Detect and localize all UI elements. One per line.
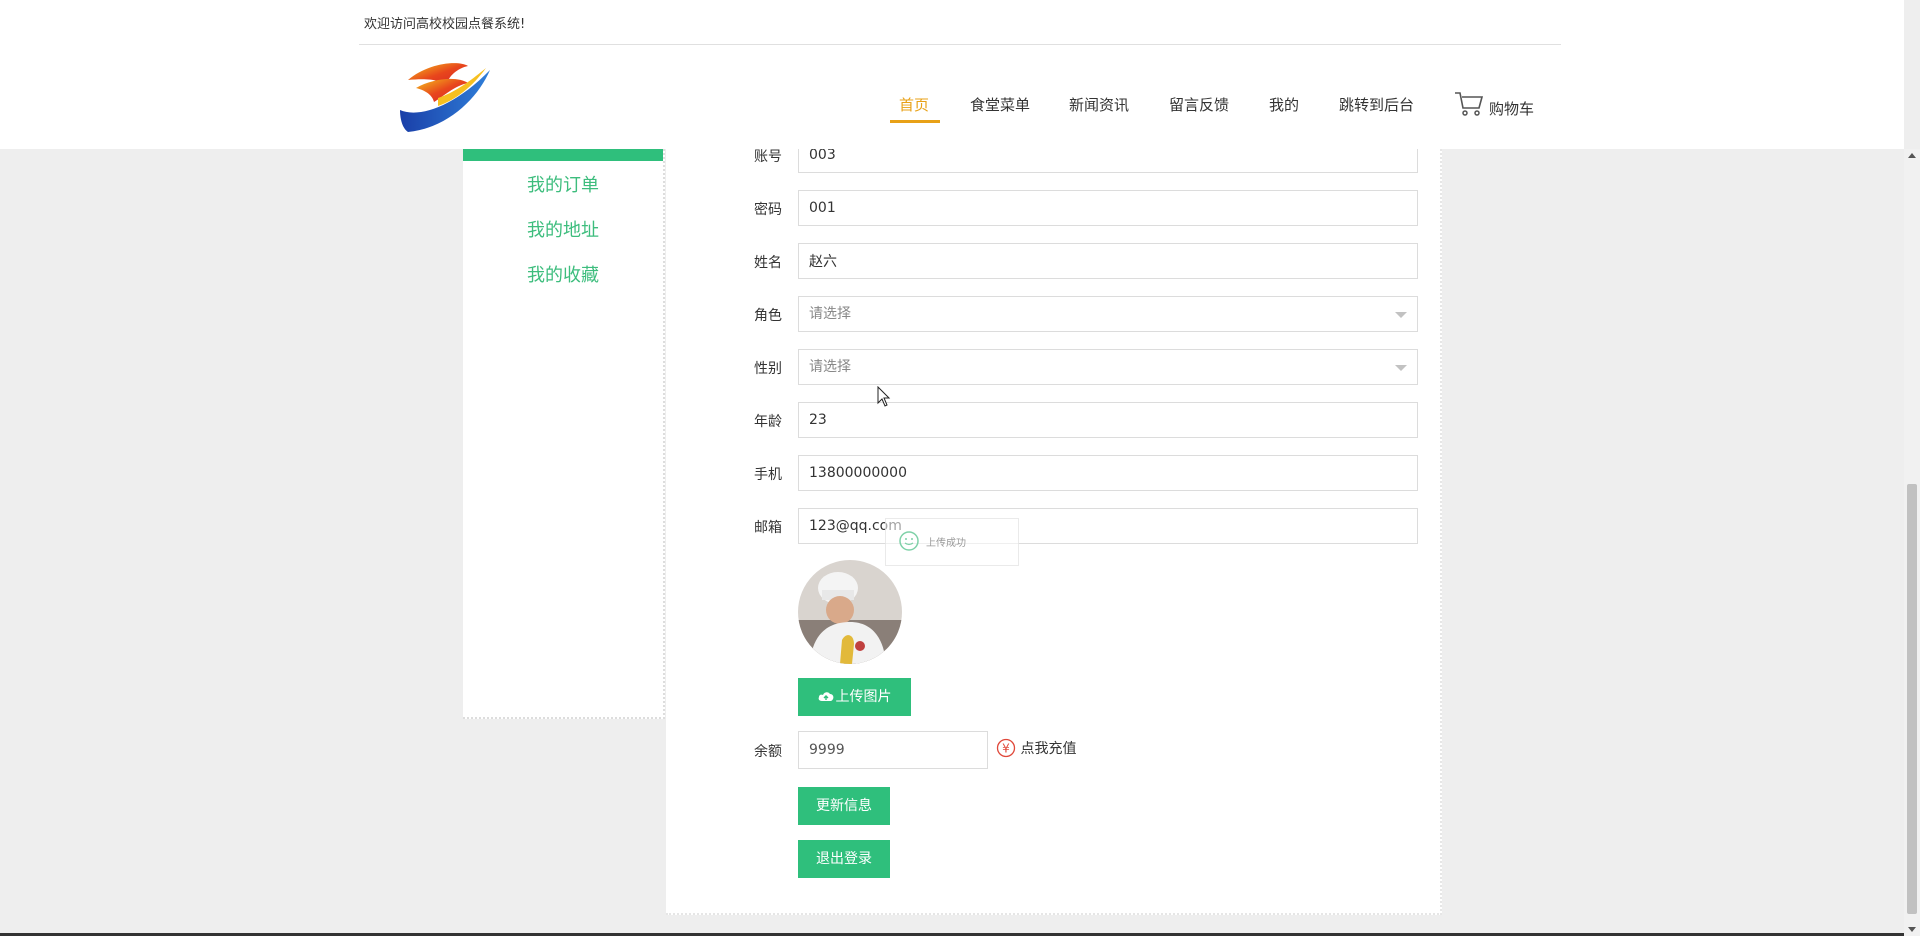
sidebar-item-favorites[interactable]: 我的收藏 xyxy=(463,261,663,287)
role-select[interactable]: 请选择 xyxy=(798,296,1418,332)
upload-image-button[interactable]: 上传图片 xyxy=(798,678,911,716)
yuan-icon: ¥ xyxy=(996,738,1016,758)
sidebar-item-orders[interactable]: 我的订单 xyxy=(463,171,663,197)
chevron-down-icon xyxy=(1395,365,1407,371)
sidebar-active-bar xyxy=(463,149,663,161)
nav-news[interactable]: 新闻资讯 xyxy=(1069,94,1129,115)
scroll-down-icon[interactable] xyxy=(1908,927,1916,932)
password-field[interactable] xyxy=(798,190,1418,226)
phone-label: 手机 xyxy=(754,467,782,483)
nav-mine[interactable]: 我的 xyxy=(1269,94,1299,115)
main-nav: 首页 食堂菜单 新闻资讯 留言反馈 我的 跳转到后台 购物车 xyxy=(0,94,1904,124)
name-field[interactable] xyxy=(798,243,1418,279)
sidebar-item-addresses[interactable]: 我的地址 xyxy=(463,216,663,242)
recharge-link[interactable]: ¥ 点我充值 xyxy=(996,738,1076,758)
header-divider xyxy=(359,44,1561,45)
welcome-text: 欢迎访问高校校园点餐系统! xyxy=(364,17,526,32)
balance-field: 9999 xyxy=(798,731,988,769)
nav-feedback[interactable]: 留言反馈 xyxy=(1169,94,1229,115)
page-scrollbar[interactable] xyxy=(1904,149,1920,936)
toast-message: 上传成功 xyxy=(926,538,966,549)
upload-button-label: 上传图片 xyxy=(835,689,892,705)
age-label: 年龄 xyxy=(754,414,782,430)
nav-admin[interactable]: 跳转到后台 xyxy=(1339,94,1414,115)
account-label: 账号 xyxy=(754,149,782,165)
logout-button[interactable]: 退出登录 xyxy=(798,840,890,878)
role-label: 角色 xyxy=(754,308,782,324)
recharge-label: 点我充值 xyxy=(1020,741,1077,757)
role-placeholder: 请选择 xyxy=(809,306,851,322)
name-label: 姓名 xyxy=(754,255,782,271)
nav-cart[interactable]: 购物车 xyxy=(1489,98,1534,119)
cloud-upload-icon xyxy=(818,692,833,701)
site-header: 欢迎访问高校校园点餐系统! 首页 食堂菜单 新闻资讯 留言反馈 我的 跳转到后台… xyxy=(0,0,1904,149)
password-label: 密码 xyxy=(754,202,782,218)
gender-select[interactable]: 请选择 xyxy=(798,349,1418,385)
cursor-icon xyxy=(877,386,891,407)
scroll-thumb[interactable] xyxy=(1907,484,1917,914)
balance-label: 余额 xyxy=(754,744,782,760)
gender-placeholder: 请选择 xyxy=(809,359,851,375)
email-label: 邮箱 xyxy=(754,520,782,536)
upload-toast: 上传成功 xyxy=(885,518,1019,566)
smile-icon xyxy=(899,531,919,551)
scroll-up-icon[interactable] xyxy=(1908,153,1916,158)
svg-text:¥: ¥ xyxy=(1002,742,1010,756)
age-field[interactable] xyxy=(798,402,1418,438)
chevron-down-icon xyxy=(1395,312,1407,318)
gender-label: 性别 xyxy=(754,361,782,377)
avatar[interactable] xyxy=(798,560,902,664)
user-sidebar: 我的订单 我的地址 我的收藏 xyxy=(463,120,665,719)
nav-home[interactable]: 首页 xyxy=(899,94,929,115)
update-info-button[interactable]: 更新信息 xyxy=(798,787,890,825)
cart-icon[interactable] xyxy=(1454,90,1484,118)
nav-active-underline xyxy=(890,120,940,123)
phone-field[interactable] xyxy=(798,455,1418,491)
nav-canteen-menu[interactable]: 食堂菜单 xyxy=(970,94,1030,115)
